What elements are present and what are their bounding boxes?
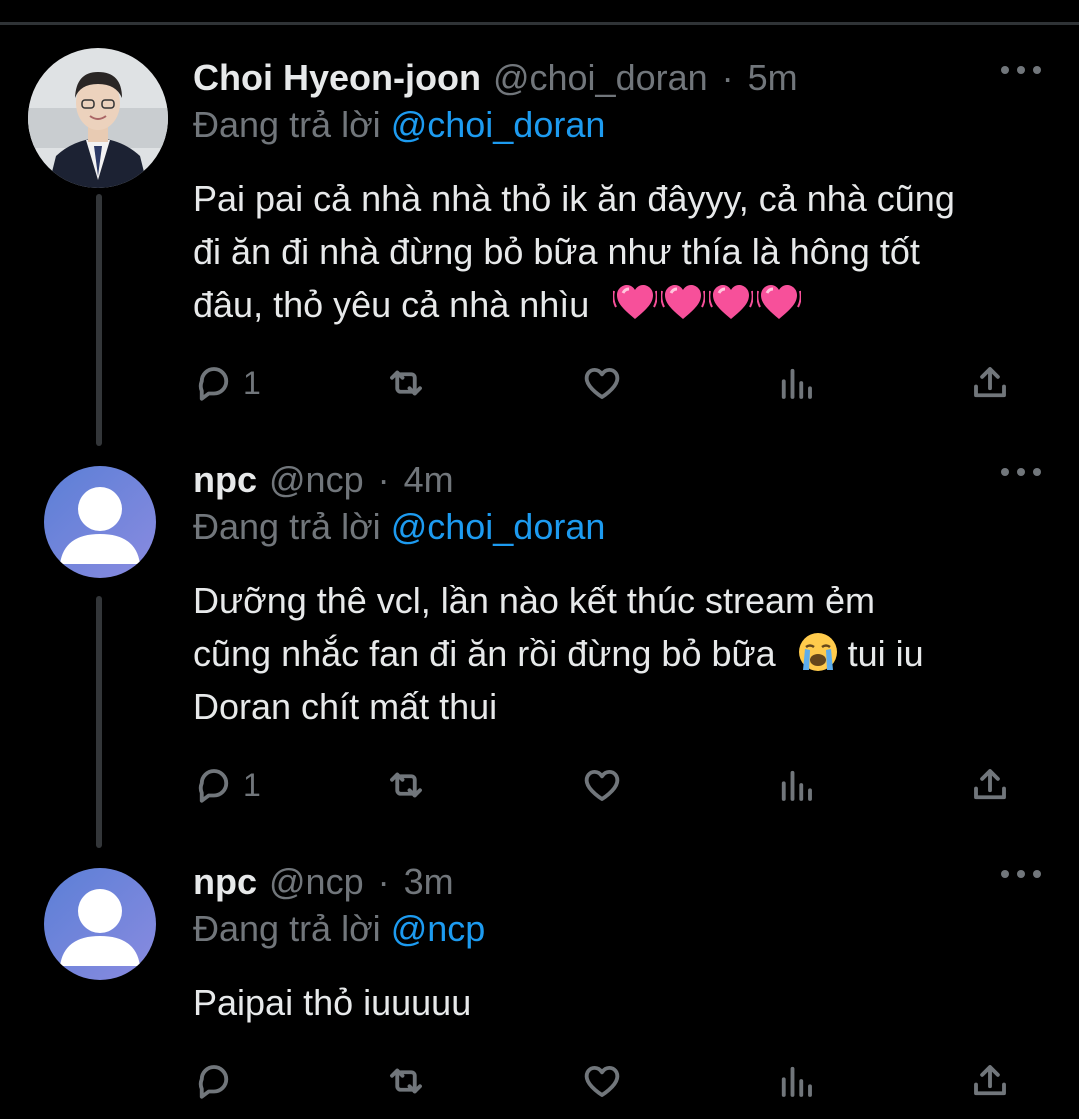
reply-button[interactable] — [193, 1056, 243, 1106]
text-line: đâu, thỏ yêu cả nhà nhìu — [193, 278, 1053, 331]
retweet-icon — [390, 370, 422, 396]
tweet-actions — [193, 1056, 1023, 1106]
separator-dot: · — [377, 459, 390, 500]
reply-count: 1 — [243, 766, 261, 803]
more-icon[interactable] — [1001, 864, 1041, 884]
beating-heart-emoji — [709, 285, 754, 319]
text-line: Doran chít mất thui — [193, 686, 498, 727]
tweet-header: Choi Hyeon-joon @choi_doran · 5m — [193, 48, 798, 108]
reply-mention-link[interactable]: @choi_doran — [391, 506, 606, 547]
reply-mention-link[interactable]: @choi_doran — [391, 104, 606, 145]
user-handle[interactable]: @ncp — [269, 459, 364, 501]
text-segment: tui iu — [847, 633, 924, 674]
avatar[interactable] — [44, 466, 156, 578]
retweet-icon — [390, 772, 422, 798]
reply-icon — [198, 367, 229, 401]
replying-label: Đang trả lời — [193, 908, 391, 949]
text-line: Pai pai cả nhà nhà thỏ ik ăn đâyyy, cả n… — [193, 178, 955, 219]
tweet-text: Dưỡng thê vcl, lần nào kết thúc stream ẻ… — [193, 574, 1053, 733]
top-divider — [0, 0, 1079, 25]
views-icon — [781, 368, 812, 399]
share-button[interactable] — [969, 358, 1011, 408]
heart-emoji-group — [613, 284, 805, 325]
reply-button[interactable]: 1 — [193, 760, 261, 810]
tweet[interactable]: npc @ncp · 4m Đang trả lời @choi_doran D… — [0, 450, 1079, 850]
tweet-actions: 1 — [193, 358, 1023, 408]
user-handle[interactable]: @choi_doran — [493, 57, 708, 99]
text-segment: cũng nhắc fan đi ăn rồi đừng bỏ bữa — [193, 633, 776, 674]
retweet-button[interactable] — [385, 1056, 427, 1106]
reply-count: 1 — [243, 364, 261, 401]
text-segment: đâu, thỏ yêu cả nhà nhìu — [193, 284, 590, 325]
reply-button[interactable]: 1 — [193, 358, 261, 408]
beating-heart-emoji — [757, 285, 802, 319]
text-line: Paipai thỏ iuuuuu — [193, 982, 472, 1023]
like-button[interactable] — [581, 358, 623, 408]
like-icon — [584, 1065, 620, 1097]
replying-to: Đang trả lời @choi_doran — [193, 104, 605, 146]
views-button[interactable] — [775, 1056, 817, 1106]
text-line: đi ăn đi nhà đừng bỏ bữa như thía là hôn… — [193, 231, 920, 272]
text-line: Dưỡng thê vcl, lần nào kết thúc stream ẻ… — [193, 580, 876, 621]
retweet-icon — [390, 1068, 422, 1094]
share-icon — [974, 367, 1006, 398]
views-icon — [781, 770, 812, 801]
retweet-button[interactable] — [385, 358, 427, 408]
default-avatar-icon — [44, 868, 156, 980]
retweet-button[interactable] — [385, 760, 427, 810]
reply-mention-link[interactable]: @ncp — [391, 908, 486, 949]
avatar[interactable] — [28, 48, 168, 188]
tweet-text: Pai pai cả nhà nhà thỏ ik ăn đâyyy, cả n… — [193, 172, 1053, 331]
text-line: cũng nhắc fan đi ăn rồi đừng bỏ bữa tui … — [193, 627, 1053, 680]
beating-heart-emoji — [661, 285, 706, 319]
more-icon[interactable] — [1001, 60, 1041, 80]
user-handle[interactable]: @ncp — [269, 861, 364, 903]
separator-dot: · — [377, 861, 390, 902]
views-icon — [781, 1066, 812, 1097]
tweet-actions: 1 — [193, 760, 1023, 810]
display-name[interactable]: npc — [193, 459, 257, 501]
display-name[interactable]: Choi Hyeon-joon — [193, 57, 481, 99]
share-icon — [974, 1065, 1006, 1096]
views-button[interactable] — [775, 358, 817, 408]
loudly-crying-face-emoji — [798, 633, 837, 671]
like-icon — [584, 367, 620, 399]
beating-heart-emoji — [613, 285, 658, 319]
timestamp[interactable]: 3m — [404, 861, 454, 903]
reply-icon — [198, 1065, 229, 1099]
timestamp[interactable]: 4m — [404, 459, 454, 501]
profile-photo — [28, 48, 168, 188]
replying-label: Đang trả lời — [193, 104, 391, 145]
share-button[interactable] — [969, 760, 1011, 810]
replying-to: Đang trả lời @ncp — [193, 908, 485, 950]
tweet[interactable]: Choi Hyeon-joon @choi_doran · 5m Đang tr… — [0, 48, 1079, 448]
like-button[interactable] — [581, 760, 623, 810]
like-icon — [584, 769, 620, 801]
like-button[interactable] — [581, 1056, 623, 1106]
default-avatar-icon — [44, 466, 156, 578]
share-button[interactable] — [969, 1056, 1011, 1106]
tweet-header: npc @ncp · 4m — [193, 450, 454, 510]
views-button[interactable] — [775, 760, 817, 810]
avatar[interactable] — [44, 868, 156, 980]
more-icon[interactable] — [1001, 462, 1041, 482]
separator-dot: · — [721, 57, 734, 98]
replying-to: Đang trả lời @choi_doran — [193, 506, 605, 548]
replying-label: Đang trả lời — [193, 506, 391, 547]
tweet[interactable]: npc @ncp · 3m Đang trả lời @ncp Paipai t… — [0, 852, 1079, 1119]
timestamp[interactable]: 5m — [748, 57, 798, 99]
reply-icon — [198, 769, 229, 803]
tweet-text: Paipai thỏ iuuuuu — [193, 976, 1053, 1029]
tweet-header: npc @ncp · 3m — [193, 852, 454, 912]
display-name[interactable]: npc — [193, 861, 257, 903]
share-icon — [974, 769, 1006, 800]
